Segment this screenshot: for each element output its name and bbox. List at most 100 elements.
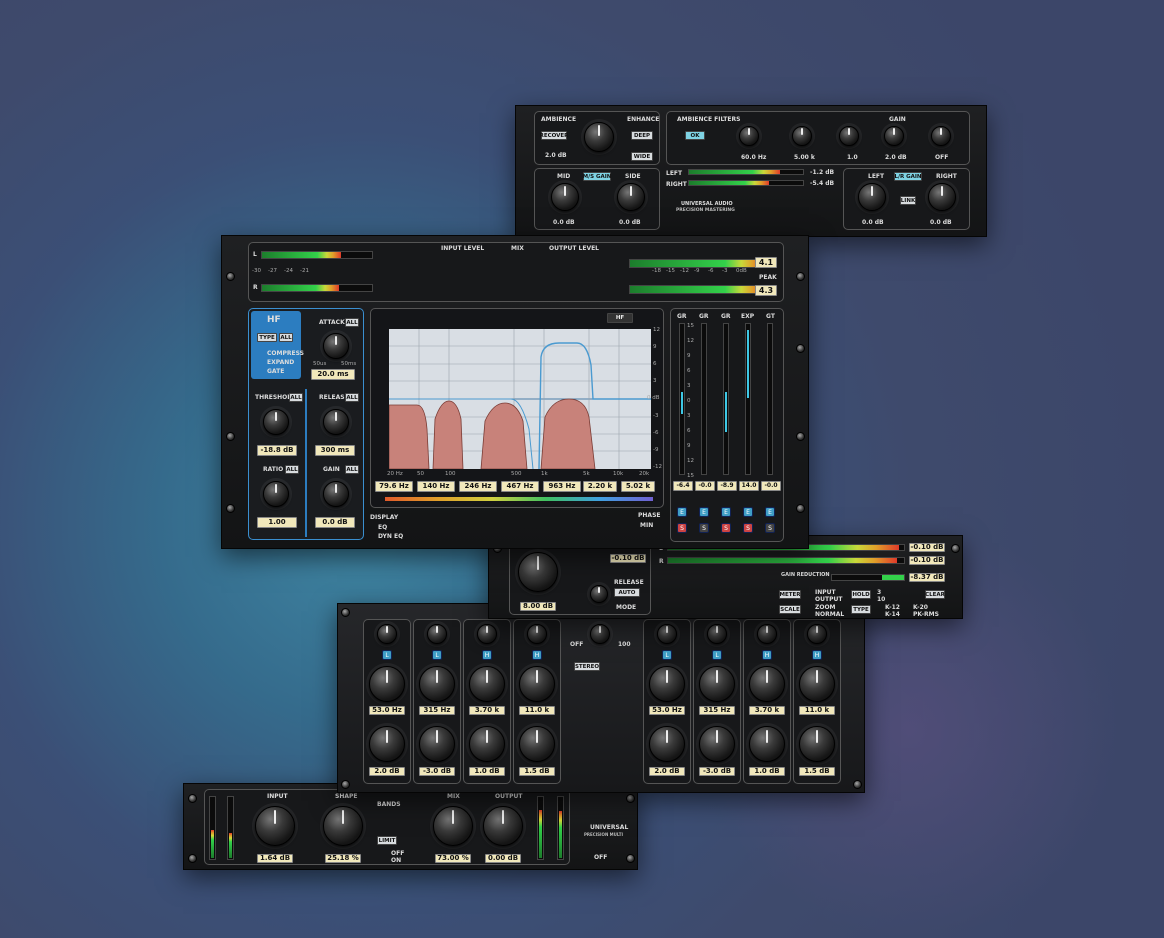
eq-graph[interactable]: [389, 329, 651, 469]
display-eq-option[interactable]: EQ: [378, 524, 387, 531]
ms-gain-button[interactable]: M/S GAIN: [583, 172, 611, 181]
band-type-button[interactable]: L: [432, 650, 442, 660]
band-type-button[interactable]: H: [762, 650, 772, 660]
band-type-button[interactable]: H: [812, 650, 822, 660]
type-button[interactable]: TYPE: [257, 333, 277, 342]
release-all-button[interactable]: ALL: [345, 393, 359, 402]
type-k20[interactable]: K-20: [913, 604, 928, 611]
mode-compress[interactable]: COMPRESS: [267, 350, 304, 357]
meter-input-option[interactable]: INPUT: [815, 589, 836, 596]
release-knob[interactable]: [590, 585, 608, 603]
filter-knob-1[interactable]: [739, 126, 759, 146]
gain-knob[interactable]: [519, 726, 555, 762]
band-enable-button[interactable]: E: [721, 507, 731, 517]
hold-button[interactable]: HOLD: [851, 590, 871, 599]
q-knob[interactable]: [527, 624, 547, 644]
mix-knob[interactable]: [433, 806, 473, 846]
link-button[interactable]: LINK: [900, 196, 916, 205]
band-type-button[interactable]: H: [532, 650, 542, 660]
freq-knob[interactable]: [799, 666, 835, 702]
crossover-freq-4[interactable]: 467 Hz: [501, 481, 539, 492]
right-knob[interactable]: [928, 183, 956, 211]
q-knob[interactable]: [707, 624, 727, 644]
band-solo-button[interactable]: S: [721, 523, 731, 533]
release-knob[interactable]: [323, 409, 349, 435]
auto-button[interactable]: AUTO: [614, 588, 640, 597]
crossover-freq-5[interactable]: 963 Hz: [543, 481, 581, 492]
filter-knob-4[interactable]: [884, 126, 904, 146]
band-type-button[interactable]: L: [662, 650, 672, 660]
output-knob[interactable]: [483, 806, 523, 846]
crossover-freq-1[interactable]: 79.6 Hz: [375, 481, 413, 492]
graph-tab-hf[interactable]: HF: [607, 313, 633, 323]
band-enable-button[interactable]: E: [677, 507, 687, 517]
filter-knob-3[interactable]: [839, 126, 859, 146]
type-k12[interactable]: K-12: [885, 604, 900, 611]
stereo-button[interactable]: STEREO: [574, 662, 600, 671]
lr-gain-button[interactable]: L/R GAIN: [894, 172, 922, 181]
q-knob[interactable]: [757, 624, 777, 644]
mid-knob[interactable]: [551, 183, 579, 211]
meter-button[interactable]: METER: [779, 590, 801, 599]
wide-button[interactable]: WIDE: [631, 152, 653, 161]
filter-knob-5[interactable]: [931, 126, 951, 146]
freq-knob[interactable]: [649, 666, 685, 702]
type-k14[interactable]: K-14: [885, 611, 900, 618]
band-solo-button[interactable]: S: [743, 523, 753, 533]
band-enable-button[interactable]: E: [765, 507, 775, 517]
crossover-freq-6[interactable]: 2.20 k: [583, 481, 617, 492]
attack-all-button[interactable]: ALL: [345, 318, 359, 327]
q-knob[interactable]: [477, 624, 497, 644]
gain-knob[interactable]: [699, 726, 735, 762]
gain-knob[interactable]: [749, 726, 785, 762]
gain-knob[interactable]: [419, 726, 455, 762]
q-knob[interactable]: [807, 624, 827, 644]
freq-knob[interactable]: [369, 666, 405, 702]
band-solo-button[interactable]: S: [677, 523, 687, 533]
q-knob[interactable]: [377, 624, 397, 644]
band-type-button[interactable]: L: [382, 650, 392, 660]
scale-button[interactable]: SCALE: [779, 605, 801, 614]
threshold-knob[interactable]: [263, 409, 289, 435]
freq-knob[interactable]: [699, 666, 735, 702]
band-type-button[interactable]: H: [482, 650, 492, 660]
threshold-all-button[interactable]: ALL: [289, 393, 303, 402]
clear-button[interactable]: CLEAR: [925, 590, 945, 599]
deep-button[interactable]: DEEP: [631, 131, 653, 140]
gain-knob[interactable]: [649, 726, 685, 762]
band-enable-button[interactable]: E: [699, 507, 709, 517]
gain-knob[interactable]: [469, 726, 505, 762]
mode-expand[interactable]: EXPAND: [267, 359, 294, 366]
gain-all-button[interactable]: ALL: [345, 465, 359, 474]
freq-knob[interactable]: [749, 666, 785, 702]
band-enable-button[interactable]: E: [743, 507, 753, 517]
mode-gate[interactable]: GATE: [267, 368, 284, 375]
band-solo-button[interactable]: S: [765, 523, 775, 533]
limit-button[interactable]: LIMIT: [377, 836, 397, 845]
gain-knob[interactable]: [799, 726, 835, 762]
shape-knob[interactable]: [323, 806, 363, 846]
ratio-knob[interactable]: [263, 481, 289, 507]
display-dyn-eq-option[interactable]: DYN EQ: [378, 533, 403, 540]
ambience-knob[interactable]: [584, 122, 614, 152]
crossover-freq-3[interactable]: 246 Hz: [459, 481, 497, 492]
freq-knob[interactable]: [519, 666, 555, 702]
q-knob[interactable]: [427, 624, 447, 644]
input-knob[interactable]: [255, 806, 295, 846]
band-solo-button[interactable]: S: [699, 523, 709, 533]
side-knob[interactable]: [617, 183, 645, 211]
type-all-button[interactable]: ALL: [279, 333, 293, 342]
ratio-all-button[interactable]: ALL: [285, 465, 299, 474]
attack-knob[interactable]: [323, 333, 349, 359]
eq-center-knob[interactable]: [590, 624, 610, 644]
freq-knob[interactable]: [469, 666, 505, 702]
recover-button[interactable]: RECOVER: [540, 131, 568, 140]
band-type-button[interactable]: L: [712, 650, 722, 660]
crossover-freq-2[interactable]: 140 Hz: [417, 481, 455, 492]
ok-button[interactable]: OK: [685, 131, 705, 140]
crossover-freq-7[interactable]: 5.02 k: [621, 481, 655, 492]
gain-knob[interactable]: [323, 481, 349, 507]
scale-zoom-option[interactable]: ZOOM: [815, 604, 836, 611]
phase-value[interactable]: MIN: [640, 522, 653, 529]
type-pk-rms[interactable]: PK-RMS: [913, 611, 939, 618]
